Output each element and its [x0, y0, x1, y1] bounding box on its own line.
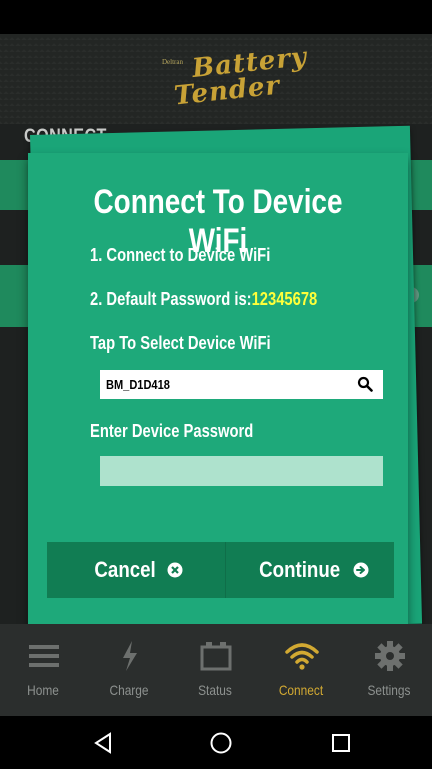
device-password-input[interactable]	[100, 456, 383, 486]
connect-wifi-dialog: Connect To Device WiFi 1. Connect to Dev…	[28, 153, 408, 631]
default-password-value: 12345678	[251, 289, 318, 309]
recents-square-icon[interactable]	[328, 730, 354, 756]
bolt-icon	[123, 641, 137, 671]
arrow-right-circle-icon	[353, 562, 369, 578]
app-screen: Deltran Battery Tender CONNECT Connect T…	[0, 0, 432, 769]
step-connect-wifi: 1. Connect to Device WiFi	[90, 245, 271, 265]
menu-icon	[29, 645, 59, 667]
logo-brand: Deltran	[162, 58, 183, 66]
battery-tender-logo: Deltran Battery Tender	[162, 42, 308, 112]
selected-wifi-value: BM_D1D418	[106, 377, 170, 392]
tab-label: Status	[198, 682, 232, 698]
back-icon[interactable]	[90, 730, 116, 756]
wifi-icon	[285, 643, 319, 670]
cancel-label: Cancel	[94, 557, 156, 582]
home-circle-icon[interactable]	[208, 730, 234, 756]
gear-icon	[375, 641, 405, 671]
step-default-password: 2. Default Password is:12345678	[90, 289, 317, 310]
tab-label: Home	[27, 682, 59, 698]
status-bar	[0, 0, 432, 34]
tab-label: Charge	[109, 682, 149, 698]
bottom-tab-bar: Home Charge Status Connect Settings	[0, 624, 432, 716]
password-prefix: 2. Default Password is:	[90, 289, 252, 309]
select-wifi-label: Tap To Select Device WiFi	[90, 333, 271, 353]
tab-settings[interactable]: Settings	[346, 624, 432, 716]
tab-status[interactable]: Status	[172, 624, 258, 716]
logo-line2: Tender	[172, 70, 282, 112]
password-label: Enter Device Password	[90, 421, 254, 441]
tab-label: Connect	[278, 682, 324, 698]
android-nav-bar	[0, 716, 432, 769]
continue-button[interactable]: Continue	[225, 542, 395, 598]
wifi-select-field[interactable]: BM_D1D418	[100, 370, 383, 399]
tab-charge[interactable]: Charge	[86, 624, 172, 716]
tab-home[interactable]: Home	[0, 624, 86, 716]
tab-label: Settings	[367, 682, 411, 698]
search-icon[interactable]	[357, 376, 373, 392]
close-circle-icon	[167, 562, 183, 578]
dialog-button-bar: Cancel Continue	[47, 542, 394, 598]
cancel-button[interactable]: Cancel	[47, 542, 225, 598]
battery-icon	[200, 642, 232, 671]
continue-label: Continue	[258, 557, 341, 582]
tab-connect[interactable]: Connect	[258, 624, 344, 716]
